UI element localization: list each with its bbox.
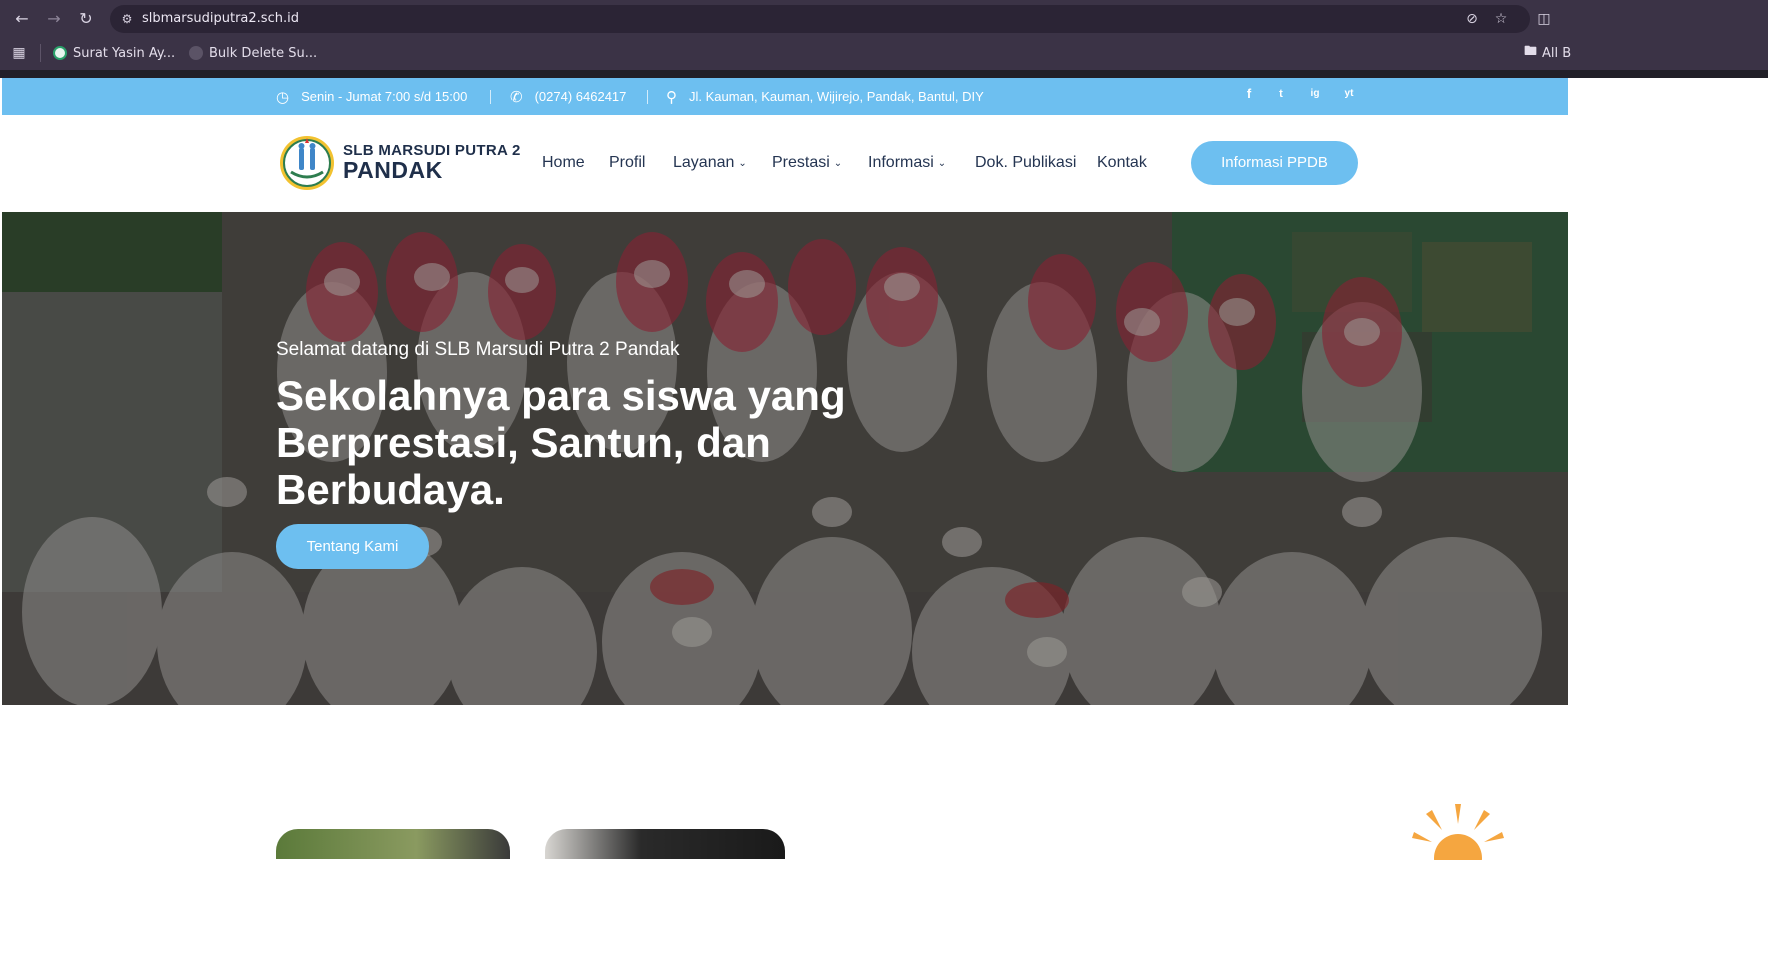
hero-title: Sekolahnya para siswa yang Berprestasi, … — [276, 372, 846, 513]
bookmark-label: Surat Yasin Ay... — [73, 45, 176, 61]
school-address: ⚲ Jl. Kauman, Kauman, Wijirejo, Pandak, … — [666, 78, 984, 115]
nav-kontak-label: Kontak — [1097, 154, 1147, 171]
school-address-text: Jl. Kauman, Kauman, Wijirejo, Pandak, Ba… — [689, 89, 984, 104]
gallery-thumbnail[interactable] — [545, 829, 785, 859]
nav-profil-label: Profil — [609, 154, 646, 171]
chevron-down-icon: ⌄ — [833, 157, 843, 169]
ppdb-info-button[interactable]: Informasi PPDB — [1191, 141, 1358, 185]
topbar-divider — [490, 90, 491, 104]
browser-chrome: ← → ↻ ⚙ slbmarsudiputra2.sch.id ⊘ ☆ ◫ ▦ … — [0, 0, 1768, 78]
back-arrow-icon[interactable]: ← — [12, 9, 32, 29]
logo-text-bottom[interactable]: PANDAK — [343, 157, 443, 184]
about-us-button[interactable]: Tentang Kami — [276, 524, 429, 569]
school-logo-icon[interactable] — [277, 134, 337, 192]
apps-grid-icon[interactable]: ▦ — [10, 44, 28, 62]
all-bookmarks[interactable]: 🖿 All B — [1524, 43, 1571, 63]
nav-publikasi[interactable]: Dok. Publikasi — [975, 150, 1076, 176]
sun-decoration-icon — [1412, 804, 1504, 860]
facebook-icon[interactable]: f — [1239, 84, 1259, 104]
site-settings-icon[interactable]: ⚙ — [118, 10, 136, 28]
bookmark-item[interactable]: Surat Yasin Ay... — [53, 43, 175, 63]
opening-hours: ◷ Senin - Jumat 7:00 s/d 15:00 — [276, 78, 467, 115]
forward-arrow-icon[interactable]: → — [44, 9, 64, 29]
opening-hours-text: Senin - Jumat 7:00 s/d 15:00 — [301, 89, 468, 104]
chevron-down-icon: ⌄ — [738, 157, 747, 169]
nav-kontak[interactable]: Kontak — [1097, 150, 1147, 176]
browser-toolbar: ← → ↻ ⚙ slbmarsudiputra2.sch.id ⊘ ☆ ◫ — [0, 0, 1768, 38]
nav-layanan-label: Layanan — [673, 154, 735, 171]
youtube-icon[interactable]: yt — [1339, 84, 1359, 104]
nav-informasi-label: Informasi — [868, 154, 934, 171]
reload-icon[interactable]: ↻ — [76, 9, 96, 29]
nav-layanan[interactable]: Layanan ⌄ — [673, 150, 747, 176]
clock-icon: ◷ — [276, 88, 290, 106]
phone-number[interactable]: ✆ (0274) 6462417 — [510, 78, 626, 115]
nav-publikasi-label: Dok. Publikasi — [975, 154, 1077, 171]
bookmark-label: Bulk Delete Su... — [209, 45, 318, 61]
star-icon[interactable]: ☆ — [1491, 9, 1511, 29]
nav-prestasi[interactable]: Prestasi ⌄ — [772, 150, 842, 176]
folder-icon: 🖿 — [1524, 44, 1538, 59]
github-favicon-icon — [189, 46, 203, 60]
nav-prestasi-label: Prestasi — [772, 154, 830, 171]
phone-icon: ✆ — [510, 88, 523, 106]
map-pin-icon: ⚲ — [666, 88, 677, 106]
nav-home[interactable]: Home — [542, 150, 585, 176]
address-url: slbmarsudiputra2.sch.id — [142, 11, 299, 26]
hero-subtitle: Selamat datang di SLB Marsudi Putra 2 Pa… — [276, 339, 680, 360]
page-edge — [1568, 78, 1768, 959]
extensions-icon[interactable]: ◫ — [1534, 9, 1554, 29]
twitter-icon[interactable]: t — [1271, 84, 1291, 104]
eye-off-icon[interactable]: ⊘ — [1462, 9, 1482, 29]
all-bookmarks-label: All B — [1542, 45, 1572, 61]
bookmarks-divider — [40, 44, 41, 62]
instagram-icon[interactable]: ig — [1305, 84, 1325, 104]
chevron-down-icon: ⌄ — [937, 157, 947, 169]
nav-informasi[interactable]: Informasi ⌄ — [868, 150, 946, 176]
chrome-divider — [0, 70, 1768, 78]
address-bar[interactable]: ⚙ slbmarsudiputra2.sch.id ⊘ ☆ — [110, 5, 1530, 33]
bookmark-item[interactable]: Bulk Delete Su... — [189, 43, 317, 63]
nav-home-label: Home — [542, 154, 585, 171]
topbar-divider — [647, 90, 648, 104]
gallery-thumbnail[interactable] — [276, 829, 510, 859]
nav-profil[interactable]: Profil — [609, 150, 645, 176]
quran-favicon-icon — [53, 46, 67, 60]
phone-number-text: (0274) 6462417 — [534, 89, 627, 104]
bookmarks-bar: ▦ Surat Yasin Ay... Bulk Delete Su... 🖿 … — [0, 38, 1768, 68]
content-section — [2, 705, 1568, 959]
